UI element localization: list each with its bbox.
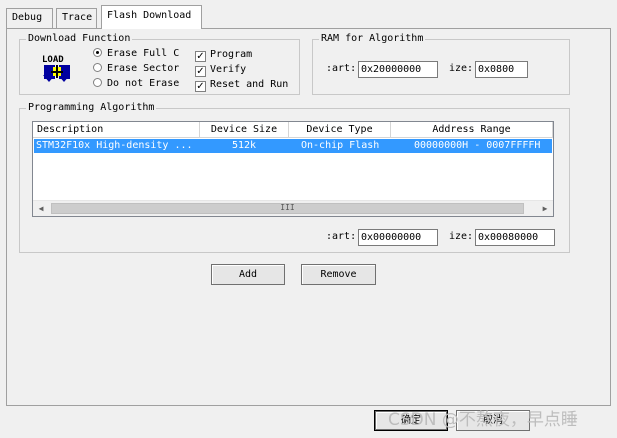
table-row[interactable]: STM32F10x High-density ... 512k On-chip … [34, 139, 552, 153]
radio-indicator[interactable] [93, 63, 102, 72]
erase-sector-label: Erase Sector [107, 63, 180, 74]
radio-indicator[interactable] [93, 78, 102, 87]
program-label: Program [210, 49, 253, 60]
tab-debug[interactable]: Debug [6, 8, 53, 28]
column-device-size[interactable]: Device Size [200, 122, 289, 138]
load-icon-label: LOAD [42, 55, 64, 65]
column-device-type[interactable]: Device Type [289, 122, 391, 138]
ram-for-algorithm-title: RAM for Algorithm [319, 33, 426, 45]
do-not-erase-label: Do not Erase [107, 78, 180, 89]
erase-full-chip-radio[interactable]: Erase Full C [93, 47, 179, 61]
reset-and-run-label: Reset and Run [210, 79, 289, 90]
check-icon[interactable]: ✓ [195, 51, 206, 62]
algorithm-start-field[interactable]: 0x00000000 [358, 229, 438, 246]
check-icon[interactable]: ✓ [195, 81, 206, 92]
do-not-erase-radio[interactable]: Do not Erase [93, 77, 179, 91]
row-device-size: 512k [232, 140, 257, 151]
erase-sector-radio[interactable]: Erase Sector [93, 62, 179, 76]
algorithm-list[interactable]: Description Device Size Device Type Addr… [32, 121, 554, 217]
row-description: STM32F10x High-density ... [36, 140, 193, 151]
ram-start-label: :art: [326, 63, 357, 74]
remove-button[interactable]: Remove [301, 264, 376, 285]
csdn-watermark: CSDN @不熬夜，早点睡 [388, 410, 578, 430]
scroll-right-icon[interactable]: ▶ [538, 202, 552, 215]
tab-flash-download[interactable]: Flash Download [101, 5, 202, 29]
ram-size-label: ize: [449, 63, 474, 74]
erase-full-chip-label: Erase Full C [107, 48, 180, 59]
load-icon: LOAD [40, 53, 76, 85]
algorithm-start-label: :art: [326, 231, 357, 242]
row-address-range: 00000000H - 0007FFFFH [414, 140, 541, 151]
verify-checkbox[interactable]: ✓ Verify [195, 63, 246, 77]
tab-trace[interactable]: Trace [56, 8, 97, 28]
scroll-left-icon[interactable]: ◀ [34, 202, 48, 215]
algorithm-size-field[interactable]: 0x00080000 [475, 229, 555, 246]
column-description[interactable]: Description [33, 122, 200, 138]
algorithm-size-label: ize: [449, 231, 474, 242]
programming-algorithm-title: Programming Algorithm [26, 102, 157, 114]
list-header: Description Device Size Device Type Addr… [33, 122, 553, 138]
scroll-thumb[interactable]: III [51, 203, 524, 214]
ram-start-field[interactable]: 0x20000000 [358, 61, 438, 78]
row-device-type: On-chip Flash [301, 140, 380, 151]
radio-indicator[interactable] [93, 48, 102, 57]
horizontal-scrollbar[interactable]: ◀ III ▶ [33, 200, 553, 216]
verify-label: Verify [210, 64, 247, 75]
download-function-title: Download Function [26, 33, 133, 45]
check-icon[interactable]: ✓ [195, 66, 206, 77]
add-button[interactable]: Add [211, 264, 285, 285]
ram-size-field[interactable]: 0x0800 [475, 61, 528, 78]
column-address-range[interactable]: Address Range [391, 122, 553, 138]
program-checkbox[interactable]: ✓ Program [195, 48, 252, 62]
reset-and-run-checkbox[interactable]: ✓ Reset and Run [195, 78, 288, 92]
